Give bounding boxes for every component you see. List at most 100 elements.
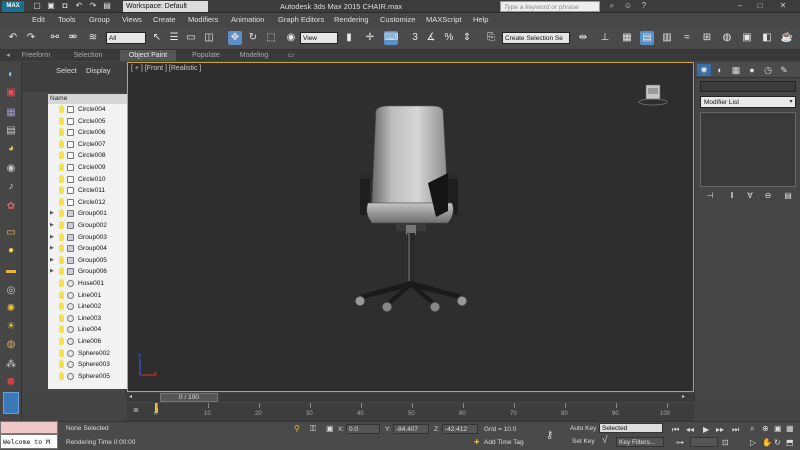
list-item[interactable]: Circle005 — [48, 116, 136, 128]
snaps-toggle-icon[interactable]: 3 — [408, 31, 422, 45]
list-item[interactable]: Hose001 — [48, 278, 136, 290]
reference-coordinate-dropdown[interactable]: View — [300, 32, 338, 44]
select-manipulate-icon[interactable]: ✛ — [363, 31, 377, 45]
list-item[interactable]: Line006 — [48, 336, 136, 348]
auto-key-button[interactable]: Auto Key — [570, 425, 596, 432]
camera-icon[interactable]: ◉ — [3, 162, 19, 176]
unlink-icon[interactable]: ⚮ — [66, 31, 80, 45]
expand-arrow-icon[interactable]: ▶ — [50, 255, 54, 267]
tab-populate[interactable]: Populate — [182, 50, 230, 61]
menu-customize[interactable]: Customize — [380, 13, 415, 27]
align-icon[interactable]: ⊥ — [598, 31, 612, 45]
zoom-extents-icon[interactable]: ▣ — [774, 424, 782, 433]
light-icon[interactable]: ◕ — [3, 142, 19, 156]
viewport-front[interactable]: [ + ] [Front ] [Realistic ] x y — [127, 62, 694, 392]
list-item[interactable]: Sphere003 — [48, 359, 136, 371]
visibility-bulb-icon[interactable] — [59, 128, 64, 137]
tab-freeform[interactable]: Freeform — [14, 50, 58, 61]
quick-new-icon[interactable]: ▢ — [30, 0, 44, 13]
expand-arrow-icon[interactable]: ▶ — [50, 266, 54, 278]
link-icon[interactable]: ⚯ — [48, 31, 62, 45]
visibility-bulb-icon[interactable] — [59, 116, 64, 125]
x-coord-field[interactable]: 0.0 — [346, 424, 380, 434]
list-item[interactable]: Circle006 — [48, 127, 136, 139]
go-to-start-icon[interactable]: ⏮ — [672, 425, 679, 435]
key-filters-button[interactable]: Key Filters... — [616, 437, 664, 447]
menu-views[interactable]: Views — [122, 13, 142, 27]
torus-icon[interactable]: ◎ — [3, 284, 19, 298]
percent-snap-icon[interactable]: % — [442, 31, 456, 45]
sphere-icon[interactable]: ● — [3, 244, 19, 258]
go-to-end-icon[interactable]: ⏭ — [732, 425, 739, 435]
list-item[interactable]: Circle010 — [48, 174, 136, 186]
visibility-bulb-icon[interactable] — [59, 139, 64, 148]
plane-icon[interactable]: ◍ — [3, 338, 19, 352]
play-icon[interactable]: ▶ — [703, 425, 709, 434]
visibility-bulb-icon[interactable] — [59, 290, 64, 299]
time-slider-prev-icon[interactable]: ◂ — [129, 393, 132, 400]
undo-icon[interactable]: ↶ — [6, 31, 20, 45]
visibility-bulb-icon[interactable] — [59, 105, 64, 113]
modify-icon[interactable]: ▣ — [3, 86, 19, 100]
previous-frame-icon[interactable]: ◂◂ — [686, 425, 694, 434]
ribbon-collapse-icon[interactable]: ◂ — [4, 50, 12, 61]
pin-stack-icon[interactable]: ⊣ — [702, 190, 718, 202]
angle-snap-icon[interactable]: ∡ — [424, 31, 438, 45]
auto-key-selection-dropdown[interactable]: Selected — [599, 423, 663, 433]
viewcube-icon[interactable] — [638, 81, 668, 107]
list-item[interactable]: ▶ Group003 — [48, 232, 136, 244]
visibility-bulb-icon[interactable] — [59, 221, 64, 229]
project-folder-icon[interactable]: ▤ — [100, 0, 114, 13]
scene-explorer-icon[interactable]: ▤ — [640, 31, 654, 45]
list-item[interactable]: Line003 — [48, 313, 136, 325]
remove-modifier-icon[interactable]: ⊖ — [760, 190, 776, 202]
menu-graph-editors[interactable]: Graph Editors — [278, 13, 324, 27]
help-icon[interactable]: ? — [636, 0, 652, 12]
time-slider-thumb[interactable]: 0 / 100 — [160, 393, 218, 402]
track-bar[interactable]: ≣ 0 10 20 30 40 50 60 70 80 90 100 — [127, 403, 694, 421]
visibility-bulb-icon[interactable] — [59, 325, 64, 334]
expand-arrow-icon[interactable]: ▶ — [50, 232, 54, 244]
dynamics-icon[interactable]: ⚈ — [3, 376, 19, 390]
selection-lock-icon[interactable]: ⚲ — [294, 424, 300, 433]
sound-icon[interactable]: ♪ — [3, 180, 19, 194]
select-place-icon[interactable]: ◉ — [284, 31, 298, 45]
visibility-bulb-icon[interactable] — [59, 151, 64, 160]
list-item[interactable]: Line002 — [48, 301, 136, 313]
field-of-view-icon[interactable]: ▷ — [750, 438, 756, 447]
visibility-bulb-icon[interactable] — [59, 348, 64, 357]
edit-named-selection-icon[interactable]: ⎘ — [484, 31, 498, 45]
list-item[interactable]: Circle011 — [48, 185, 136, 197]
visibility-bulb-icon[interactable] — [59, 360, 64, 369]
search-icon[interactable]: ⌕ — [604, 0, 620, 12]
set-key-curve-icon[interactable]: √ — [602, 435, 608, 446]
list-item[interactable]: ▶ Group006 — [48, 266, 136, 278]
layer-manager-icon[interactable]: ▦ — [620, 31, 634, 45]
visibility-bulb-icon[interactable] — [59, 232, 64, 241]
create-icon[interactable]: ◐ — [3, 68, 19, 82]
modifier-stack[interactable] — [700, 112, 796, 187]
list-item[interactable]: Circle004 — [48, 104, 136, 116]
visibility-bulb-icon[interactable] — [59, 313, 64, 322]
keyword-search-input[interactable]: Type a keyword or phrase — [500, 1, 600, 12]
time-slider-next-icon[interactable]: ▸ — [682, 393, 685, 400]
redo-icon[interactable]: ↷ — [86, 0, 100, 13]
render-production-icon[interactable]: ☕ — [780, 31, 794, 45]
menu-help[interactable]: Help — [473, 13, 488, 27]
selection-filter-dropdown[interactable]: All — [106, 32, 146, 44]
current-frame-field[interactable] — [690, 437, 718, 447]
select-scale-icon[interactable]: ⬚ — [264, 31, 278, 45]
select-move-icon[interactable]: ✥ — [228, 31, 242, 45]
menu-tools[interactable]: Tools — [58, 13, 76, 27]
expand-arrow-icon[interactable]: ▶ — [50, 208, 54, 220]
redo-icon[interactable]: ↷ — [24, 31, 38, 45]
menu-modifiers[interactable]: Modifiers — [188, 13, 218, 27]
viewport-label[interactable]: [ + ] [Front ] [Realistic ] — [131, 65, 201, 72]
list-item[interactable]: Line004 — [48, 324, 136, 336]
app-logo-icon[interactable]: MAX — [2, 1, 24, 12]
render-setup-icon[interactable]: ▣ — [740, 31, 754, 45]
window-crossing-icon[interactable]: ◫ — [202, 31, 216, 45]
menu-group[interactable]: Group — [89, 13, 110, 27]
list-item[interactable]: ▶ Group004 — [48, 243, 136, 255]
mini-curve-editor-icon[interactable]: ≣ — [133, 406, 145, 416]
